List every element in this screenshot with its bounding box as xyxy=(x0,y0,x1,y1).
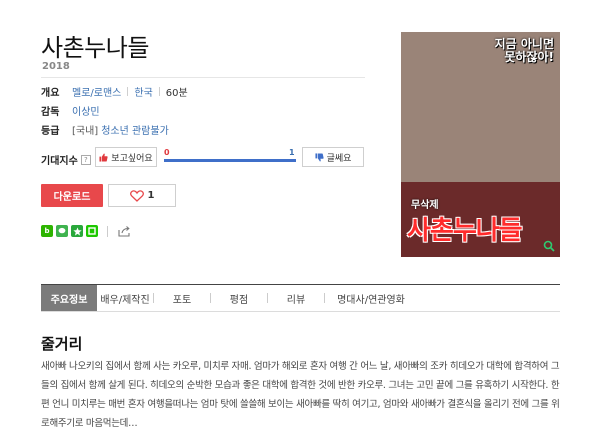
bookmark-star-icon[interactable] xyxy=(71,225,83,237)
overview-row: 개요 멜로/로맨스 한국 60분 xyxy=(41,83,188,99)
tab-reviews[interactable]: 리뷰 xyxy=(268,285,324,311)
tab-main-info[interactable]: 주요정보 xyxy=(41,285,97,311)
country-link[interactable]: 한국 xyxy=(134,84,152,99)
separator xyxy=(127,86,129,96)
synopsis-text: 새아빠 나오키의 집에서 함께 사는 카오루, 미치루 자매. 엄마가 해외로 … xyxy=(41,361,560,429)
director-link[interactable]: 이상민 xyxy=(72,103,100,118)
help-icon[interactable]: ? xyxy=(80,154,91,165)
tab-cast-crew[interactable]: 배우/제작진 xyxy=(97,285,153,311)
expectation-label-text: 기대지수 xyxy=(41,156,78,167)
magnifier-icon[interactable] xyxy=(543,240,555,252)
share-icon[interactable] xyxy=(118,225,131,237)
tab-photos[interactable]: 포토 xyxy=(154,285,210,311)
movie-title: 사촌누나들 xyxy=(41,34,149,62)
poster-tagline: 지금 아니면 못하잖아! xyxy=(494,37,554,64)
runtime: 60분 xyxy=(165,87,188,99)
poster-subtitle: 무삭제 xyxy=(411,200,439,211)
expectation-label: 기대지수 ? xyxy=(41,152,91,167)
download-button[interactable]: 다운로드 xyxy=(41,184,103,207)
genre-link[interactable]: 멜로/로맨스 xyxy=(72,84,121,99)
synopsis-heading: 줄거리 xyxy=(41,335,83,353)
tab-ratings[interactable]: 평점 xyxy=(211,285,267,311)
kakaostory-icon[interactable] xyxy=(56,225,68,237)
band-icon[interactable] xyxy=(86,225,98,237)
rating-row: 등급 [국내] 청소년 관람불가 xyxy=(41,121,169,137)
chat-bubble-icon xyxy=(58,227,66,234)
not-sure-label: 글쎄요 xyxy=(326,153,352,164)
movie-poster[interactable]: 지금 아니면 못하잖아! 무삭제 사촌누나들 xyxy=(401,32,560,257)
divider xyxy=(41,77,365,78)
expectation-bar xyxy=(164,159,296,162)
naver-blog-icon[interactable]: b xyxy=(41,225,53,237)
not-sure-button[interactable]: 글쎄요 xyxy=(302,147,364,167)
like-button[interactable]: 1 xyxy=(108,184,176,207)
director-row: 감독 이상민 xyxy=(41,102,100,118)
director-label: 감독 xyxy=(41,106,60,118)
star-icon xyxy=(72,226,82,235)
thumbs-down-icon xyxy=(315,152,324,161)
separator xyxy=(158,86,160,96)
rating-label: 등급 xyxy=(41,125,60,137)
like-count: 1 xyxy=(147,190,155,201)
share-bar: b xyxy=(41,225,131,237)
tab-quotes-related[interactable]: 명대사/연관영화 xyxy=(325,285,417,311)
square-icon xyxy=(88,227,96,235)
want-to-see-label: 보고싶어요 xyxy=(111,153,153,164)
want-to-see-button[interactable]: 보고싶어요 xyxy=(95,147,157,167)
rating-link[interactable]: 청소년 관람불가 xyxy=(101,122,169,137)
thumbs-up-icon xyxy=(99,153,108,162)
movie-year: 2018 xyxy=(42,61,70,72)
separator xyxy=(107,225,108,237)
poster-title: 사촌누나들 xyxy=(407,216,523,246)
rating-region: [국내] xyxy=(72,125,99,137)
meh-count: 1 xyxy=(289,148,295,157)
overview-label: 개요 xyxy=(41,87,60,99)
want-count: 0 xyxy=(164,148,170,157)
heart-icon xyxy=(129,189,144,202)
detail-tabs: 주요정보 배우/제작진 포토 평점 리뷰 명대사/연관영화 xyxy=(41,284,560,312)
